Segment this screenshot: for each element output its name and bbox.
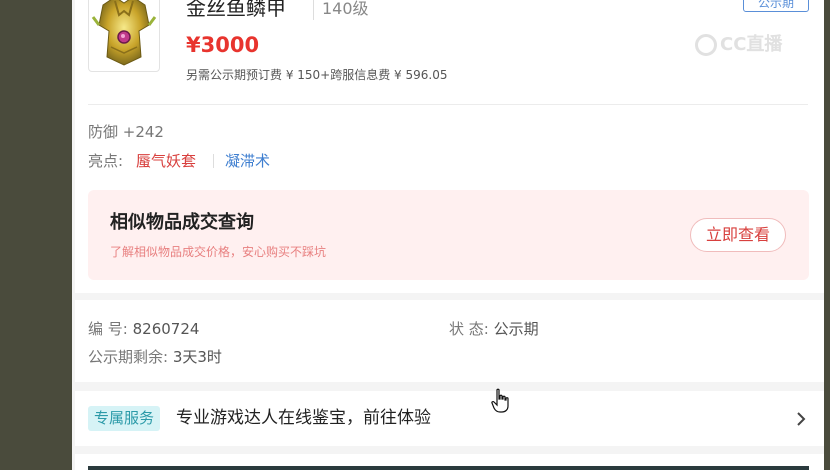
status-value: 公示期	[493, 320, 539, 338]
watermark-logo-icon	[695, 34, 717, 56]
armor-item-thumbnail[interactable]	[88, 0, 160, 72]
status-label: 状 态:	[449, 320, 489, 338]
highlight-separator	[213, 154, 214, 168]
remaining-label: 公示期剩余:	[88, 348, 169, 366]
public-period-tag: 公示期	[743, 0, 809, 12]
banner-subtitle: 了解相似物品成交价格，安心购买不踩坑	[110, 245, 327, 259]
highlight-label: 亮点:	[88, 152, 124, 170]
banner-title: 相似物品成交查询	[110, 212, 254, 233]
view-now-button[interactable]: 立即查看	[690, 218, 786, 252]
item-level: 140级	[313, 0, 369, 20]
order-id-row: 编 号: 8260724	[88, 319, 199, 339]
watermark: CC直播	[695, 33, 782, 57]
highlight-tag[interactable]: 凝滞术	[225, 151, 270, 171]
item-detail-card: 金丝鱼鳞甲 140级 ¥3000 另需公示期预订费 ¥ 150+跨服信息费 ¥ …	[75, 0, 824, 293]
background-left-strip	[0, 0, 72, 470]
divider	[88, 104, 808, 105]
highlight-tag[interactable]: 蜃气妖套	[136, 151, 196, 171]
next-card-partial	[75, 454, 824, 470]
status-row: 状 态: 公示期	[449, 319, 539, 339]
exclusive-service-row[interactable]: 专属服务 专业游戏达人在线鉴宝，前往体验	[75, 391, 824, 446]
exclusive-service-badge: 专属服务	[88, 406, 161, 431]
item-name: 金丝鱼鳞甲	[186, 0, 286, 20]
watermark-text: CC直播	[720, 34, 783, 55]
image-banner-edge	[88, 466, 809, 470]
fee-note: 另需公示期预订费 ¥ 150+跨服信息费 ¥ 596.05	[186, 68, 448, 82]
remaining-value: 3天3时	[172, 348, 222, 366]
similar-items-banner[interactable]: 相似物品成交查询 了解相似物品成交价格，安心购买不踩坑 立即查看	[88, 190, 809, 280]
hand-pointer-cursor	[491, 388, 509, 413]
service-description: 专业游戏达人在线鉴宝，前往体验	[176, 408, 431, 428]
background-right-strip	[824, 0, 830, 470]
order-id-value: 8260724	[132, 320, 200, 338]
remaining-time-row: 公示期剩余: 3天3时	[88, 347, 222, 367]
defense-attribute: 防御 +242	[88, 123, 164, 141]
order-id-label: 编 号:	[88, 320, 128, 338]
order-info-card: 编 号: 8260724 状 态: 公示期 公示期剩余: 3天3时	[75, 300, 824, 382]
chevron-right-icon[interactable]	[793, 411, 809, 427]
item-price: ¥3000	[186, 33, 260, 57]
